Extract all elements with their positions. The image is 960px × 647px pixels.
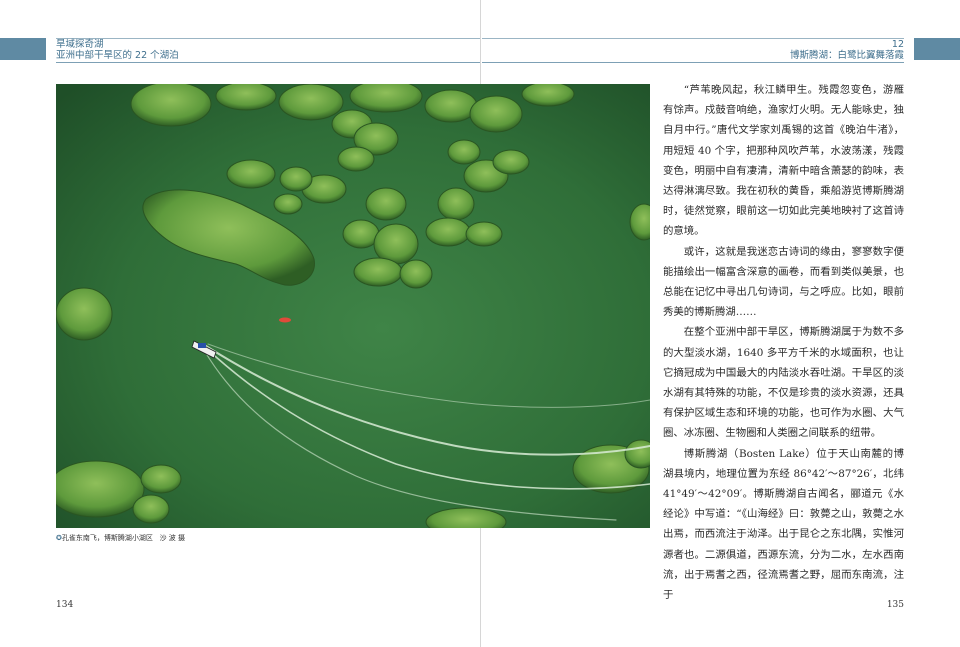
series-title: 旱域探奇湖: [56, 39, 104, 50]
photo-credit: 沙 波 摄: [159, 534, 186, 542]
paragraph: 博斯腾湖（Bosten Lake）位于天山南麓的博湖县境内，地理位置为东经 86…: [663, 447, 904, 602]
running-header-right: 12 博斯腾湖：白鹭比翼舞落霞: [790, 39, 904, 61]
running-header-left: 旱域探奇湖 亚洲中部干旱区的 22 个湖泊: [56, 39, 179, 61]
section-title: 亚洲中部干旱区的 22 个湖泊: [56, 50, 179, 61]
chapter-title: 博斯腾湖：白鹭比翼舞落霞: [789, 50, 904, 61]
caption-text: 孔雀东南飞，博斯腾湖小湖区: [61, 534, 153, 542]
aerial-lake-photo: [56, 84, 650, 528]
paragraph: 或许，这就是我迷恋古诗词的缘由，寥寥数字便能描绘出一幅富含深意的画卷，而看到类似…: [663, 245, 904, 319]
paragraph: “芦苇晚风起，秋江鳞甲生。残霞忽变色，游雁有馀声。戍鼓音响绝，渔家灯火明。无人能…: [663, 84, 904, 238]
aerial-lake-illustration: [56, 84, 650, 528]
header-color-tab-right: [914, 38, 960, 60]
header-color-tab-left: [0, 38, 46, 60]
body-text-column: “芦苇晚风起，秋江鳞甲生。残霞忽变色，游雁有馀声。戍鼓音响绝，渔家灯火明。无人能…: [663, 80, 904, 605]
chapter-number: 12: [891, 39, 904, 50]
photo-caption: ✪孔雀东南飞，博斯腾湖小湖区 沙 波 摄: [56, 533, 185, 543]
header-rule-right: [482, 62, 904, 63]
header-rule-left: [56, 62, 480, 63]
page-number-left: 134: [56, 600, 74, 610]
paragraph: 在整个亚洲中部干旱区，博斯腾湖属于为数不多的大型淡水湖，1640 多平方千米的水…: [663, 326, 904, 440]
page-number-right: 135: [886, 600, 904, 610]
small-boat: [279, 317, 291, 323]
